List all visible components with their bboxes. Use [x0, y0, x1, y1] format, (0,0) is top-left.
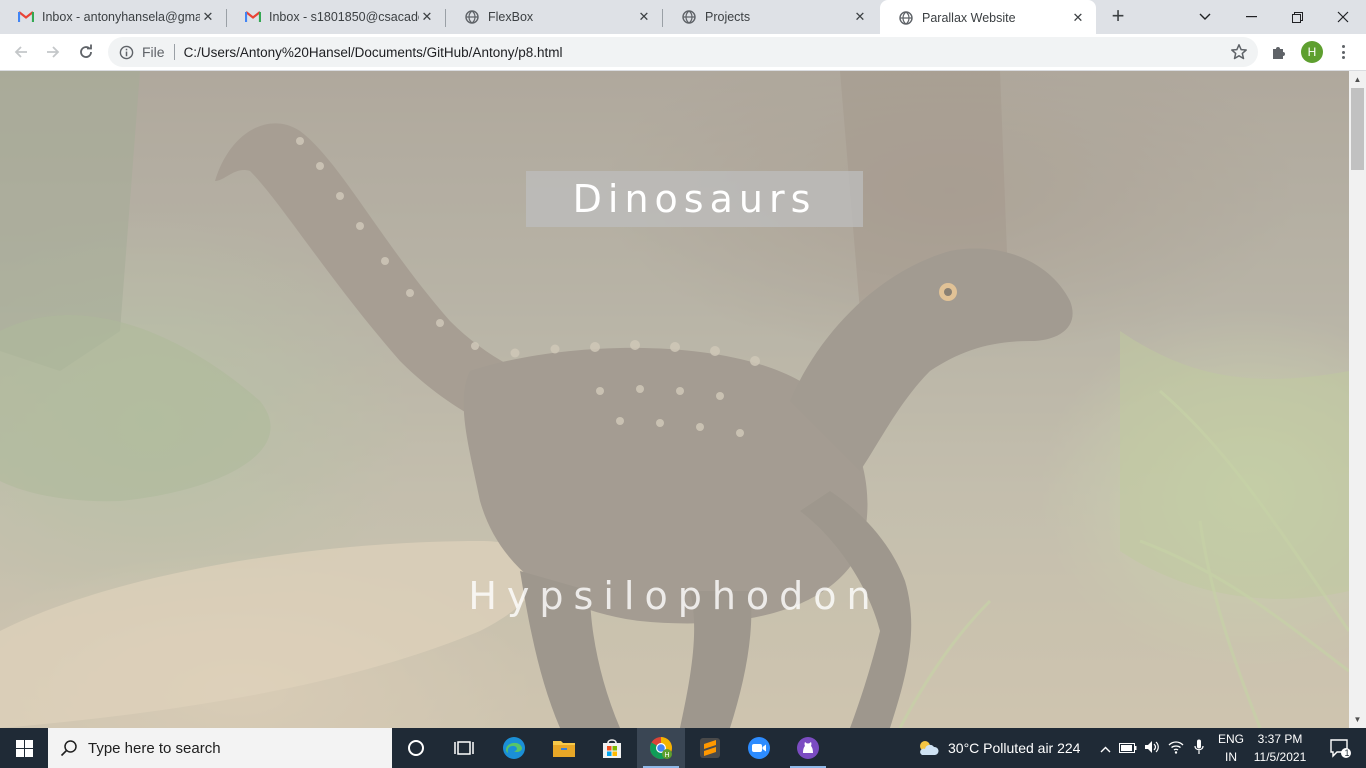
browser-toolbar: File C:/Users/Antony%20Hansel/Documents/…: [0, 34, 1366, 71]
close-tab-icon[interactable]: ✕: [1070, 10, 1086, 26]
battery-icon[interactable]: [1116, 740, 1140, 756]
windows-start-button[interactable]: [0, 728, 48, 768]
system-tray: [1096, 728, 1210, 768]
url-text[interactable]: C:/Users/Antony%20Hansel/Documents/GitHu…: [184, 45, 563, 60]
globe-icon: [464, 9, 480, 25]
vertical-scrollbar[interactable]: ▲ ▼: [1349, 71, 1366, 728]
file-explorer-icon[interactable]: [540, 728, 588, 768]
reload-button[interactable]: [74, 40, 98, 64]
title-banner: Dinosaurs: [526, 171, 863, 227]
light-overlay: [0, 71, 1349, 728]
page-viewport: Dinosaurs Hypsilophodon: [0, 71, 1349, 728]
parallax-hero-background: [0, 71, 1349, 728]
tab-title: Projects: [705, 10, 751, 24]
tab-gmail-inbox-2[interactable]: Inbox - s1801850@csacadem ✕: [227, 0, 445, 34]
address-bar[interactable]: File C:/Users/Antony%20Hansel/Documents/…: [108, 37, 1258, 67]
search-placeholder: Type here to search: [88, 739, 221, 757]
input-language-indicator[interactable]: ENG IN: [1216, 730, 1246, 766]
windows-taskbar: Type here to search H 30°C Polluted air …: [0, 728, 1366, 768]
restore-button[interactable]: [1274, 0, 1320, 34]
tab-parallax-website[interactable]: Parallax Website ✕: [880, 0, 1096, 36]
tab-title: Parallax Website: [922, 11, 1016, 25]
globe-icon: [681, 9, 697, 25]
scheme-label: File: [142, 44, 165, 60]
close-window-button[interactable]: [1320, 0, 1366, 34]
close-tab-icon[interactable]: ✕: [852, 9, 868, 25]
tab-title: Inbox - antonyhansela@gma: [42, 10, 200, 24]
zoom-app-icon[interactable]: [735, 728, 783, 768]
dinosaur-name-heading: Hypsilophodon: [468, 574, 881, 618]
extensions-puzzle-icon[interactable]: [1270, 43, 1288, 61]
taskbar-search-box[interactable]: Type here to search: [48, 728, 392, 768]
tab-projects[interactable]: Projects ✕: [663, 0, 878, 34]
language-code: ENG: [1217, 732, 1244, 746]
scroll-up-arrow-icon[interactable]: ▲: [1349, 71, 1366, 88]
scrollbar-thumb[interactable]: [1351, 88, 1364, 170]
sublime-text-icon[interactable]: [686, 728, 734, 768]
show-hidden-icons-chevron-icon[interactable]: [1096, 740, 1114, 756]
tab-strip: Inbox - antonyhansela@gma ✕ Inbox - s180…: [0, 0, 1366, 36]
gmail-icon: [245, 9, 261, 25]
tab-search-chevron-icon[interactable]: [1182, 0, 1228, 34]
close-tab-icon[interactable]: ✕: [419, 9, 435, 25]
volume-icon[interactable]: [1140, 740, 1164, 757]
github-desktop-icon[interactable]: [784, 728, 832, 768]
weather-text: 30°C Polluted air 224: [948, 740, 1081, 756]
back-button[interactable]: [9, 40, 33, 64]
bookmark-star-icon[interactable]: [1230, 43, 1248, 61]
page-title: Dinosaurs: [572, 177, 817, 221]
new-tab-button[interactable]: +: [1104, 5, 1132, 29]
forward-button[interactable]: [41, 40, 65, 64]
close-tab-icon[interactable]: ✕: [636, 9, 652, 25]
system-clock[interactable]: 3:37 PM 11/5/2021: [1250, 730, 1310, 766]
region-code: IN: [1225, 750, 1237, 764]
task-view-icon[interactable]: [440, 728, 488, 768]
profile-avatar[interactable]: H: [1301, 41, 1323, 63]
microsoft-store-icon[interactable]: [588, 728, 636, 768]
microphone-icon[interactable]: [1188, 739, 1210, 758]
omnibox-divider: [173, 44, 175, 60]
tab-gmail-inbox-1[interactable]: Inbox - antonyhansela@gma ✕: [0, 0, 226, 34]
tab-title: FlexBox: [488, 10, 534, 24]
clock-date: 11/5/2021: [1253, 750, 1307, 764]
scroll-down-arrow-icon[interactable]: ▼: [1349, 711, 1366, 728]
weather-sun-cloud-icon: [920, 741, 939, 755]
tab-title: Inbox - s1801850@csacadem: [269, 10, 419, 24]
wifi-icon[interactable]: [1164, 740, 1188, 757]
svg-text:H: H: [664, 752, 669, 759]
globe-icon: [898, 10, 914, 26]
chrome-browser-icon[interactable]: H: [637, 728, 685, 768]
gmail-icon: [18, 9, 34, 25]
cortana-circle-icon[interactable]: [392, 728, 440, 768]
info-icon[interactable]: [118, 44, 134, 60]
browser-menu-icon[interactable]: [1336, 42, 1350, 62]
minimize-button[interactable]: [1228, 0, 1274, 34]
clock-time: 3:37 PM: [1257, 732, 1303, 746]
search-icon: [60, 740, 77, 757]
close-tab-icon[interactable]: ✕: [200, 9, 216, 25]
tab-flexbox[interactable]: FlexBox ✕: [446, 0, 662, 34]
edge-browser-icon[interactable]: [490, 728, 538, 768]
notification-count-badge: 1: [1344, 748, 1350, 758]
action-center-button[interactable]: 1: [1320, 728, 1360, 768]
windows-logo-icon: [15, 739, 33, 757]
weather-widget[interactable]: 30°C Polluted air 224: [916, 728, 1080, 768]
